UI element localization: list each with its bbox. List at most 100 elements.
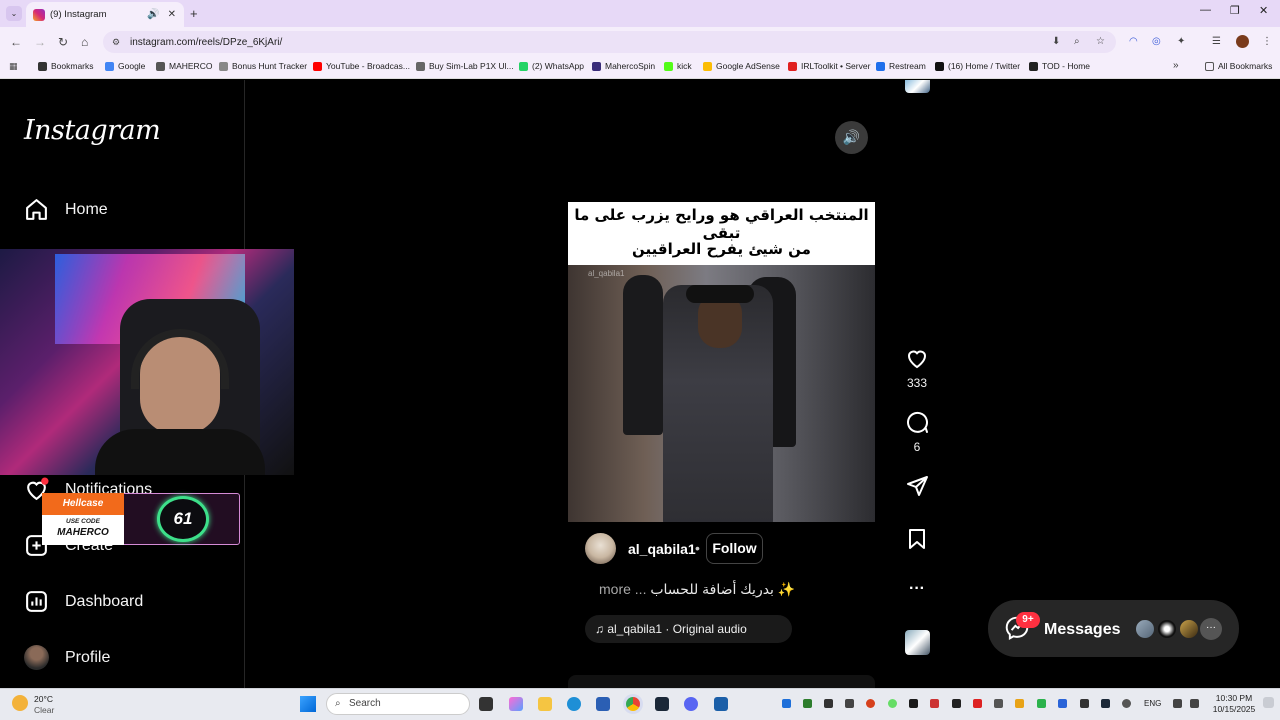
tray-app-icon[interactable]: [782, 699, 791, 708]
clock-time[interactable]: 10:30 PM: [1214, 693, 1254, 703]
tab-search-button[interactable]: ⌄: [6, 6, 22, 21]
bookmark-item[interactable]: Google: [105, 61, 145, 71]
network-icon[interactable]: [1173, 699, 1182, 708]
volume-icon[interactable]: 🔊: [835, 121, 868, 154]
volume-tray-icon[interactable]: [1190, 699, 1199, 708]
task-view-icon[interactable]: [479, 697, 493, 711]
profile-avatar[interactable]: [1236, 35, 1249, 48]
copilot-icon[interactable]: [509, 697, 523, 711]
reading-list-icon[interactable]: ☰: [1212, 36, 1221, 47]
start-windows-icon[interactable]: [300, 696, 316, 712]
site-info-icon[interactable]: ⚙: [112, 37, 124, 48]
extensions-puzzle-icon[interactable]: ✦: [1177, 36, 1185, 47]
audio-thumbnail[interactable]: [905, 630, 930, 655]
security-shield-icon[interactable]: [714, 697, 728, 711]
reel-video[interactable]: al_qabila1: [568, 265, 875, 522]
tray-app-icon[interactable]: [994, 699, 1003, 708]
weather-temp[interactable]: 20°C: [34, 694, 53, 704]
tab-audio-icon[interactable]: 🔊: [147, 9, 159, 20]
bookmark-item[interactable]: (16) Home / Twitter: [935, 61, 1020, 71]
apps-grid-icon[interactable]: ▦: [9, 61, 18, 72]
chrome-icon[interactable]: [626, 697, 640, 711]
bookmark-item[interactable]: IRLToolkit • Server: [788, 61, 870, 71]
bookmark-item[interactable]: kick: [664, 61, 692, 71]
follow-button[interactable]: Follow: [706, 533, 763, 564]
tray-app-icon[interactable]: [824, 699, 833, 708]
browser-tab[interactable]: (9) Instagram 🔊 ✕: [26, 2, 184, 27]
tab-close-icon[interactable]: ✕: [168, 9, 176, 20]
tray-app-icon[interactable]: [909, 699, 918, 708]
sidebar-item-home[interactable]: Home: [24, 197, 108, 222]
address-bar[interactable]: ⚙ instagram.com/reels/DPze_6KjAri/: [103, 31, 1116, 53]
forward-button[interactable]: →: [34, 35, 46, 49]
new-tab-button[interactable]: +: [190, 6, 198, 21]
bookmark-item[interactable]: Bookmarks: [38, 61, 94, 71]
bookmark-item[interactable]: Restream: [876, 61, 926, 71]
bookmark-item[interactable]: Bonus Hunt Tracker: [219, 61, 307, 71]
instagram-logo[interactable]: Instagram: [24, 115, 161, 146]
notification-center-icon[interactable]: [1263, 697, 1274, 708]
save-button[interactable]: [902, 527, 932, 556]
sidebar-item-profile[interactable]: Profile: [24, 645, 110, 670]
install-app-icon[interactable]: ⬇: [1052, 36, 1060, 47]
bookmark-item[interactable]: MAHERCO: [156, 61, 212, 71]
tray-app-icon[interactable]: [888, 699, 897, 708]
clock-date[interactable]: 10/15/2025: [1210, 704, 1258, 714]
bookmark-item[interactable]: Google AdSense: [703, 61, 780, 71]
tray-app-icon[interactable]: [845, 699, 854, 708]
bookmark-label: (2) WhatsApp: [532, 61, 584, 71]
bluetooth-icon[interactable]: [1058, 699, 1067, 708]
back-button[interactable]: ←: [10, 35, 22, 49]
steam-tray-icon[interactable]: [1101, 699, 1110, 708]
language-indicator[interactable]: ENG: [1144, 699, 1161, 708]
author-username[interactable]: al_qabila1: [628, 541, 696, 557]
more-link[interactable]: more ...: [599, 581, 646, 597]
comment-button[interactable]: [902, 410, 932, 439]
tray-app-icon[interactable]: [866, 699, 875, 708]
bookmark-item[interactable]: Buy Sim-Lab P1X Ul...: [416, 61, 514, 71]
minimize-button[interactable]: —: [1200, 4, 1211, 16]
weather-moon-icon[interactable]: [12, 695, 28, 711]
tray-app-icon[interactable]: [952, 699, 961, 708]
bookmark-item[interactable]: (2) WhatsApp: [519, 61, 584, 71]
home-button[interactable]: ⌂: [81, 35, 88, 49]
tray-app-icon[interactable]: [1015, 699, 1024, 708]
tray-app-icon[interactable]: [1037, 699, 1046, 708]
close-window-button[interactable]: ✕: [1259, 4, 1268, 17]
sidebar-item-label: Dashboard: [65, 592, 144, 610]
reel-description[interactable]: more ... بدريك أضافة للحساب ✨: [599, 581, 795, 598]
tray-app-icon[interactable]: [1080, 699, 1089, 708]
extension-icon[interactable]: ◠: [1129, 36, 1138, 47]
bookmark-star-icon[interactable]: ☆: [1096, 36, 1105, 47]
all-bookmarks-button[interactable]: All Bookmarks: [1205, 61, 1272, 71]
bookmark-item[interactable]: TOD - Home: [1029, 61, 1090, 71]
next-reel-preview[interactable]: [568, 675, 875, 688]
restore-button[interactable]: ❐: [1230, 4, 1240, 17]
edge-icon[interactable]: [567, 697, 581, 711]
tray-app-icon[interactable]: [930, 699, 939, 708]
bookmark-item[interactable]: MahercoSpin: [592, 61, 655, 71]
extension-audio-icon[interactable]: ◎: [1152, 36, 1161, 47]
weather-desc[interactable]: Clear: [34, 705, 54, 715]
reload-button[interactable]: ↻: [58, 35, 68, 49]
author-avatar[interactable]: [585, 533, 616, 564]
discord-icon[interactable]: [684, 697, 698, 711]
send-icon: [907, 476, 928, 496]
steam-icon[interactable]: [655, 697, 669, 711]
previous-reel-thumbnail[interactable]: [905, 80, 930, 93]
file-explorer-icon[interactable]: [538, 697, 552, 711]
like-button[interactable]: [902, 346, 932, 375]
microphone-icon[interactable]: [1122, 699, 1131, 708]
bookmarks-overflow-icon[interactable]: »: [1173, 60, 1179, 71]
audio-link[interactable]: ♫ al_qabila1 · Original audio: [585, 615, 792, 643]
tray-app-icon[interactable]: [803, 699, 812, 708]
more-options-icon[interactable]: ···: [902, 580, 932, 598]
tray-app-icon[interactable]: [973, 699, 982, 708]
taskbar-search[interactable]: ⌕ Search: [326, 693, 470, 715]
sidebar-item-dashboard[interactable]: Dashboard: [24, 589, 143, 614]
store-icon[interactable]: [596, 697, 610, 711]
share-button[interactable]: [902, 474, 932, 503]
menu-kebab-icon[interactable]: ⋮: [1262, 36, 1272, 47]
bookmark-item[interactable]: YouTube - Broadcas...: [313, 61, 410, 71]
zoom-icon[interactable]: ⌕: [1074, 36, 1080, 47]
